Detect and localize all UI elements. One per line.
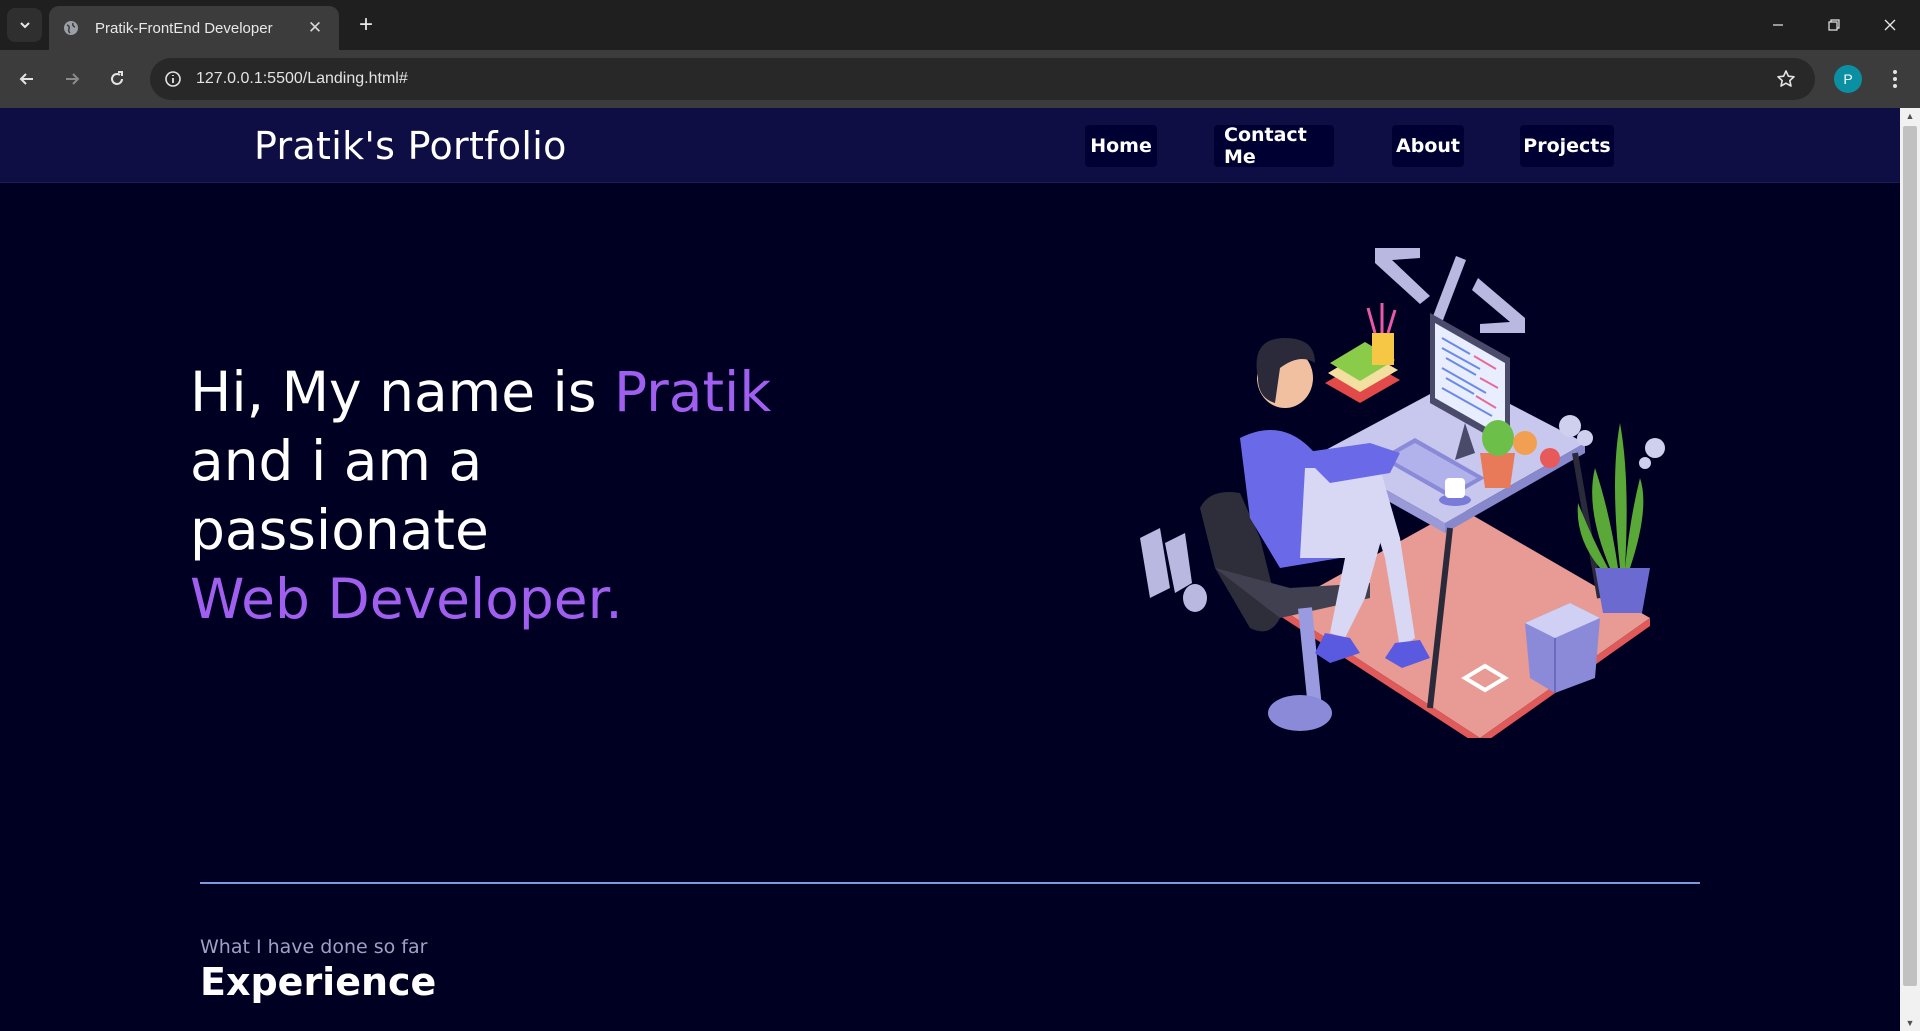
nav-link-projects[interactable]: Projects [1520, 125, 1614, 167]
close-tab-icon[interactable]: ✕ [303, 16, 327, 40]
section-divider [200, 882, 1700, 884]
browser-toolbar: 127.0.0.1:5500/Landing.html# P [0, 50, 1920, 108]
arrow-right-icon [66, 73, 80, 85]
experience-title: Experience [200, 960, 437, 1004]
nav-link-contact[interactable]: Contact Me [1214, 124, 1334, 168]
profile-avatar[interactable]: P [1834, 65, 1862, 93]
restore-button[interactable] [1806, 0, 1862, 50]
close-icon [1884, 19, 1896, 31]
bookmark-star-icon[interactable] [1773, 66, 1799, 92]
restore-icon [1828, 19, 1840, 31]
site-brand[interactable]: Pratik's Portfolio [254, 124, 567, 168]
back-button[interactable] [10, 62, 44, 96]
kebab-menu-icon[interactable] [1880, 64, 1910, 94]
new-tab-button[interactable]: + [352, 11, 380, 39]
minimize-button[interactable] [1750, 0, 1806, 50]
browser-tab[interactable]: Pratik-FrontEnd Developer ✕ [49, 6, 339, 50]
page-viewport: Pratik's Portfolio Home Contact Me About… [0, 108, 1900, 1031]
browser-tab-strip: Pratik-FrontEnd Developer ✕ + [0, 0, 1920, 50]
experience-subtitle: What I have done so far [200, 936, 428, 958]
minimize-icon [1773, 24, 1783, 26]
address-bar[interactable]: 127.0.0.1:5500/Landing.html# [150, 58, 1815, 100]
arrow-left-icon [19, 73, 33, 85]
url-text[interactable]: 127.0.0.1:5500/Landing.html# [196, 70, 408, 88]
hero-name: Pratik [613, 360, 772, 424]
developer-desk-illustration [1140, 248, 1665, 738]
nav-links: Home Contact Me About Projects [1085, 124, 1614, 168]
nav-link-home[interactable]: Home [1085, 125, 1157, 167]
globe-icon [63, 20, 79, 36]
hero-line-2: and i am a [190, 429, 483, 493]
tab-title: Pratik-FrontEnd Developer [95, 19, 273, 37]
hero-line-1: Hi, My name is Pratik [190, 358, 771, 427]
nav-link-about[interactable]: About [1392, 125, 1464, 167]
hero-intro: Hi, My name is [190, 360, 614, 424]
site-info-icon[interactable] [158, 64, 188, 94]
tab-search-button[interactable] [7, 8, 42, 42]
site-navbar: Pratik's Portfolio Home Contact Me About… [0, 108, 1900, 183]
close-window-button[interactable] [1862, 0, 1918, 50]
reload-button[interactable] [100, 62, 134, 96]
hero-role: Web Developer. [190, 567, 623, 631]
reload-icon [111, 71, 123, 85]
forward-button[interactable] [55, 62, 89, 96]
scroll-down-arrow-icon[interactable]: ▼ [1900, 1015, 1920, 1031]
hero-line-3: passionate [190, 498, 489, 562]
scrollbar-thumb[interactable] [1903, 126, 1917, 986]
chevron-down-icon [19, 22, 30, 29]
code-symbol-icon [1375, 248, 1525, 333]
scroll-up-arrow-icon[interactable]: ▲ [1900, 108, 1920, 124]
hero-heading: Hi, My name is Pratik and i am a passion… [190, 358, 771, 634]
page-scrollbar[interactable]: ▲ ▼ [1900, 108, 1920, 1031]
